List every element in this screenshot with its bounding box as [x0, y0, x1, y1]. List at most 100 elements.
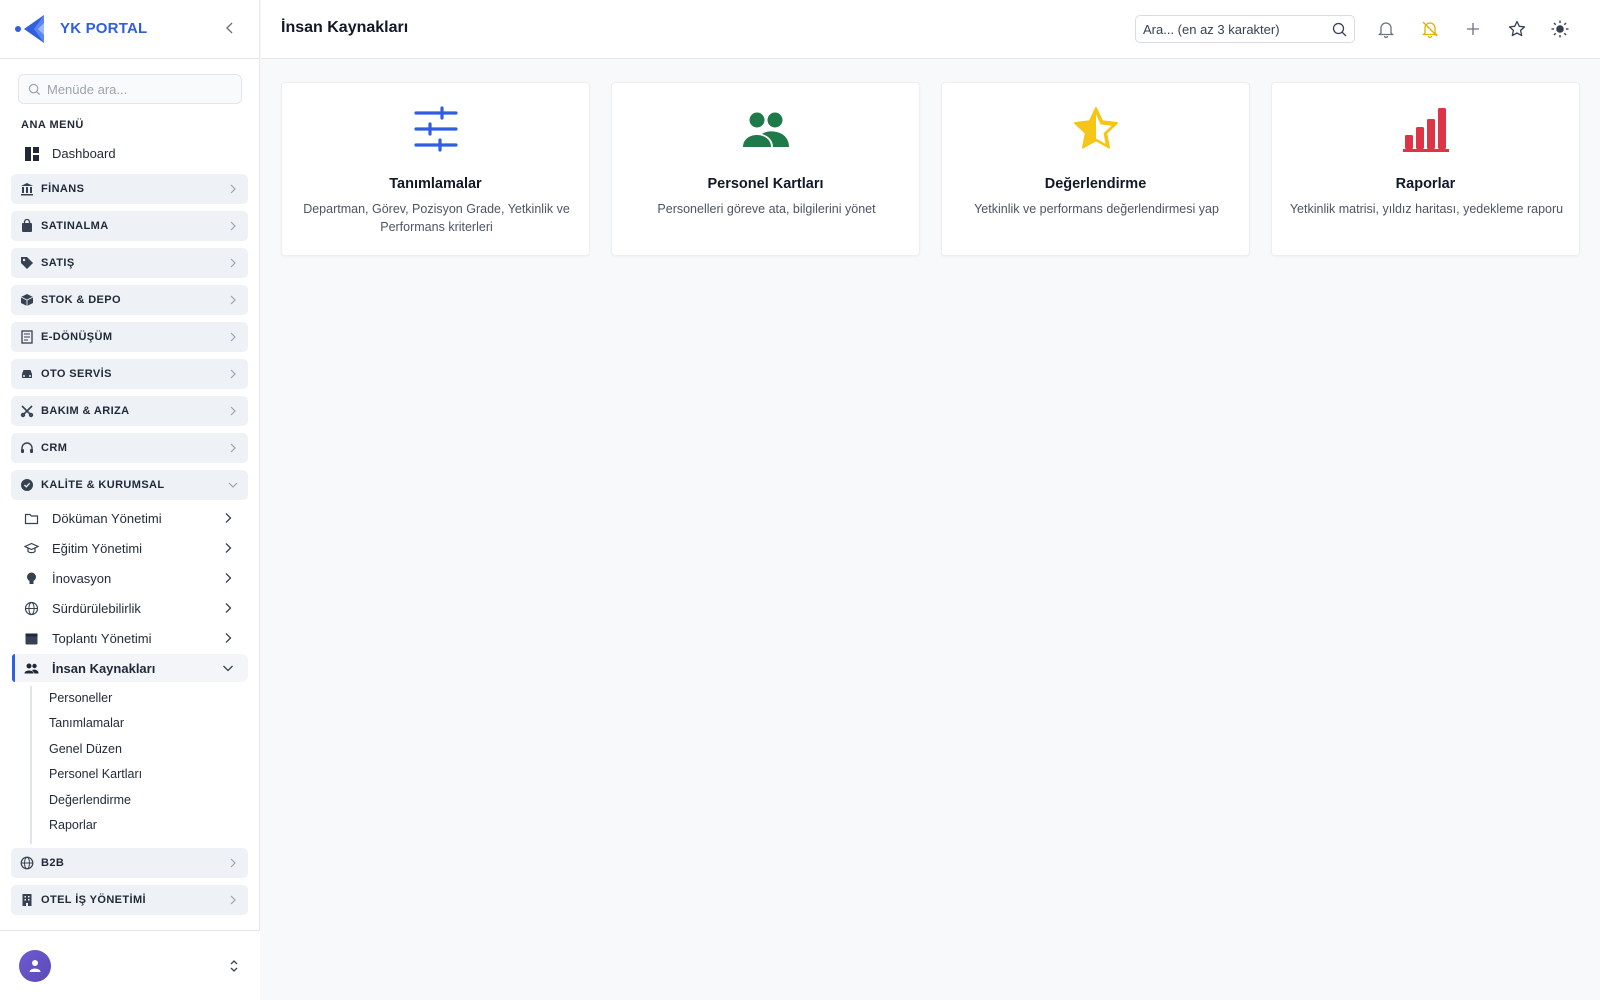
sidebar-item-label: İnovasyon	[52, 571, 112, 586]
sidebar-item-egitim-yonetimi[interactable]: Eğitim Yönetimi	[12, 534, 248, 562]
chevron-right-icon	[230, 332, 236, 342]
sidebar-item-surdurulebilirlik[interactable]: Sürdürülebilirlik	[12, 594, 248, 622]
chevron-right-icon	[225, 633, 232, 643]
sidebar-link-degerlendirme[interactable]: Değerlendirme	[49, 793, 131, 807]
bell-off-icon[interactable]	[1420, 19, 1440, 39]
sidebar-group-satinalma[interactable]: SATINALMA	[11, 211, 248, 241]
group-label: SATIŞ	[41, 257, 75, 269]
card-title: Personel Kartları	[707, 176, 824, 192]
menu-search	[18, 74, 242, 104]
badge-check-icon	[21, 479, 33, 491]
headset-icon	[21, 442, 33, 453]
group-label: STOK & DEPO	[41, 294, 121, 306]
sidebar-item-label: Toplantı Yönetimi	[52, 631, 152, 646]
sidebar-group-bakim-ariza[interactable]: BAKIM & ARIZA	[11, 396, 248, 426]
lightbulb-icon	[27, 572, 36, 584]
brand-name: YK PORTAL	[60, 20, 148, 37]
calendar-icon	[25, 633, 38, 645]
dashboard-icon	[25, 147, 39, 161]
users-icon	[24, 663, 39, 674]
chevron-right-icon	[230, 184, 236, 194]
sidebar-link-genel-duzen[interactable]: Genel Düzen	[49, 742, 122, 756]
collapse-sidebar-icon[interactable]	[222, 20, 238, 36]
sidebar-group-otel-is-yonetimi[interactable]: OTEL İŞ YÖNETİMİ	[11, 885, 248, 915]
group-label: B2B	[41, 857, 65, 869]
card-description: Yetkinlik ve performans değerlendirmesi …	[974, 202, 1219, 216]
page-title: İnsan Kaynakları	[281, 19, 409, 36]
chevron-right-icon	[225, 543, 232, 553]
sidebar-group-crm[interactable]: CRM	[11, 433, 248, 463]
menu-search-input[interactable]	[47, 75, 237, 103]
group-label: BAKIM & ARIZA	[41, 405, 130, 417]
logo-icon	[15, 15, 44, 43]
globe-icon	[24, 601, 39, 616]
search-icon[interactable]	[1332, 22, 1347, 37]
sidebar-item-label: Dashboard	[52, 146, 116, 161]
box-icon	[20, 294, 34, 306]
global-search-input[interactable]	[1143, 16, 1323, 42]
document-icon	[21, 330, 33, 344]
card-description: Yetkinlik matrisi, yıldız haritası, yede…	[1289, 202, 1564, 216]
chevron-right-icon	[230, 369, 236, 379]
graduation-cap-icon	[24, 542, 39, 554]
star-half-icon	[1073, 107, 1118, 149]
users-icon	[742, 112, 789, 147]
sidebar: YK PORTAL ANA MENÜ Dashboard FİNANS SATI…	[0, 0, 260, 1000]
sidebar-item-dokuman-yonetimi[interactable]: Döküman Yönetimi	[12, 504, 248, 532]
sun-icon[interactable]	[1550, 19, 1570, 39]
chevron-up-down-icon[interactable]	[228, 959, 240, 973]
chevron-right-icon	[230, 858, 236, 868]
sidebar-group-e-donusum[interactable]: E-DÖNÜŞÜM	[11, 322, 248, 352]
card-title: Tanımlamalar	[389, 176, 482, 192]
group-label: KALİTE & KURUMSAL	[41, 479, 165, 491]
user-icon	[29, 960, 41, 972]
group-label: E-DÖNÜŞÜM	[41, 331, 113, 343]
group-label: OTEL İŞ YÖNETİMİ	[41, 894, 147, 906]
sidebar-group-b2b[interactable]: B2B	[11, 848, 248, 878]
chevron-down-icon	[223, 665, 233, 672]
chevron-right-icon	[225, 573, 232, 583]
sliders-icon	[413, 106, 458, 152]
group-label: FİNANS	[41, 183, 85, 195]
sidebar-link-personeller[interactable]: Personeller	[49, 691, 112, 705]
bar-chart-icon	[1402, 108, 1449, 152]
card-degerlendirme[interactable]: Değerlendirme Yetkinlik ve performans de…	[941, 82, 1250, 256]
shopping-bag-icon	[22, 219, 32, 232]
tag-icon	[21, 257, 33, 269]
star-icon[interactable]	[1507, 19, 1527, 39]
module-cards: Tanımlamalar Departman, Görev, Pozisyon …	[281, 82, 1581, 256]
chevron-right-icon	[230, 221, 236, 231]
sidebar-group-kalite-kurumsal[interactable]: KALİTE & KURUMSAL	[11, 470, 248, 500]
bank-icon	[21, 183, 33, 196]
group-label: OTO SERVİS	[41, 368, 112, 380]
tools-icon	[20, 405, 34, 418]
sidebar-item-inovasyon[interactable]: İnovasyon	[12, 564, 248, 592]
plus-icon[interactable]	[1463, 19, 1483, 39]
chevron-right-icon	[230, 443, 236, 453]
chevron-right-icon	[230, 258, 236, 268]
sidebar-link-tanimlamalar[interactable]: Tanımlamalar	[49, 716, 124, 730]
sidebar-item-label: Döküman Yönetimi	[52, 511, 162, 526]
bell-icon[interactable]	[1376, 19, 1396, 39]
card-personel-kartlari[interactable]: Personel Kartları Personelleri göreve at…	[611, 82, 920, 256]
sidebar-group-stok-depo[interactable]: STOK & DEPO	[11, 285, 248, 315]
top-bar: İnsan Kaynakları	[261, 0, 1600, 59]
card-description: Personelleri göreve ata, bilgilerini yön…	[657, 202, 876, 216]
sidebar-group-satis[interactable]: SATIŞ	[11, 248, 248, 278]
chevron-right-icon	[230, 406, 236, 416]
sidebar-item-toplanti-yonetimi[interactable]: Toplantı Yönetimi	[12, 624, 248, 652]
sidebar-link-raporlar[interactable]: Raporlar	[49, 818, 97, 832]
sidebar-link-personel-kartlari[interactable]: Personel Kartları	[49, 767, 142, 781]
sidebar-group-oto-servis[interactable]: OTO SERVİS	[11, 359, 248, 389]
sidebar-group-finans[interactable]: FİNANS	[11, 174, 248, 204]
avatar[interactable]	[19, 950, 51, 982]
global-search	[1135, 15, 1355, 43]
folder-icon	[24, 513, 39, 525]
sidebar-item-insan-kaynaklari[interactable]: İnsan Kaynakları	[12, 654, 248, 682]
chevron-right-icon	[225, 513, 232, 523]
search-icon	[28, 83, 41, 96]
sidebar-item-dashboard[interactable]: Dashboard	[12, 142, 248, 166]
card-tanimlamalar[interactable]: Tanımlamalar Departman, Görev, Pozisyon …	[281, 82, 590, 256]
chevron-right-icon	[225, 603, 232, 613]
card-raporlar[interactable]: Raporlar Yetkinlik matrisi, yıldız harit…	[1271, 82, 1580, 256]
